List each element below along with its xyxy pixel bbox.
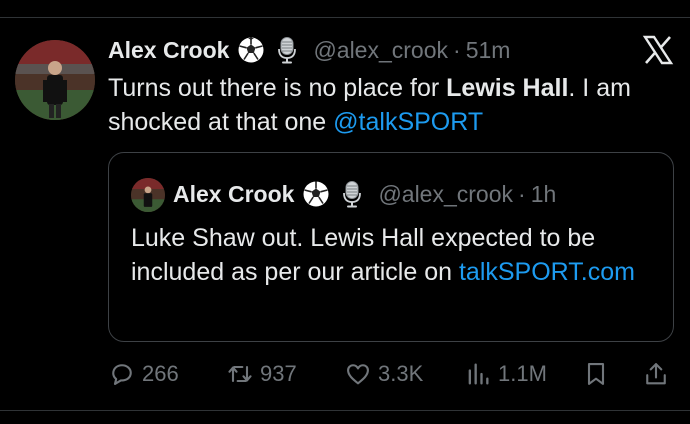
mention-link[interactable]: @talkSPORT [333,108,483,136]
share-button[interactable] [642,358,676,390]
microphone-icon [278,37,297,64]
tweet-text-part1: Turns out there is no place for [108,74,447,102]
like-button[interactable]: 3.3K [344,358,423,390]
reply-count: 266 [142,361,179,386]
tweet-header: Alex Crook @alex_crook · 51m [108,34,510,66]
quote-timestamp[interactable]: 1h [531,181,557,208]
heart-icon [347,364,369,385]
avatar-photo [15,40,95,120]
reply-icon [112,364,132,385]
action-bar: 266 937 3.3K 1.1M [108,358,674,390]
tweet-text: Turns out there is no place for Lewis Ha… [108,71,678,139]
timestamp[interactable]: 51m [466,37,511,64]
top-divider [0,17,690,18]
soccer-ball-icon [238,37,264,63]
microphone-icon [343,181,362,208]
like-count: 3.3K [378,361,424,386]
x-logo-icon[interactable] [642,34,674,66]
views-button[interactable]: 1.1M [464,358,547,390]
author-handle[interactable]: @alex_crook [313,37,448,64]
quote-author-name[interactable]: Alex Crook [173,181,294,208]
repost-button[interactable]: 937 [226,358,297,390]
repost-count: 937 [260,361,297,386]
bookmark-icon [587,363,605,385]
avatar[interactable] [15,40,95,120]
quote-avatar-photo [131,178,165,212]
quoted-tweet[interactable]: Alex Crook @alex_crook · 1h Luke Shaw ou… [108,152,674,342]
quote-text: Luke Shaw out. Lewis Hall expected to be… [131,221,651,289]
tweet-text-bold: Lewis Hall [446,74,569,102]
quote-separator-dot: · [518,180,526,207]
quote-author-handle[interactable]: @alex_crook [378,181,513,208]
bookmark-button[interactable] [582,358,616,390]
views-count: 1.1M [498,361,547,386]
quote-avatar[interactable] [131,178,165,212]
separator-dot: · [453,36,461,63]
analytics-icon [468,363,489,385]
author-name[interactable]: Alex Crook [108,37,229,64]
reply-button[interactable]: 266 [108,358,179,390]
quote-link[interactable]: talkSPORT.com [459,258,635,286]
share-icon [646,363,666,385]
soccer-ball-icon [303,181,329,207]
bottom-divider [0,410,690,411]
quote-header: Alex Crook @alex_crook · 1h [173,177,556,211]
repost-icon [228,365,252,383]
